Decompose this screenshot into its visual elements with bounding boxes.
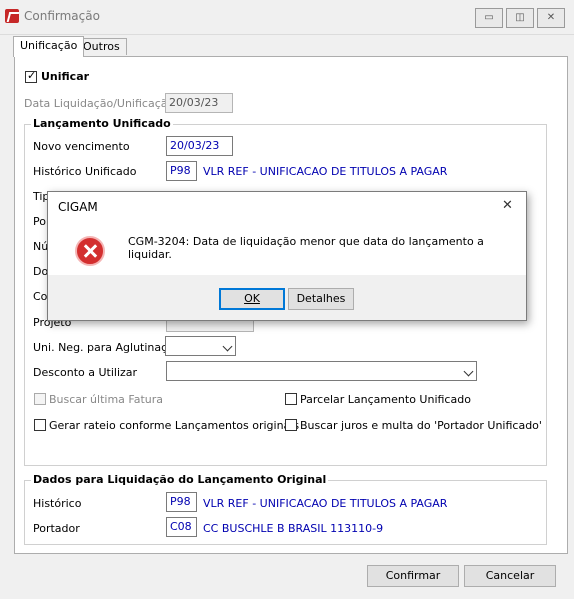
uni-neg-select[interactable] [165, 336, 236, 356]
dialog-message: CGM-3204: Data de liquidação menor que d… [128, 235, 484, 261]
desconto-label: Desconto a Utilizar [33, 366, 138, 379]
historico-unificado-desc: VLR REF - UNIFICACAO DE TITULOS A PAGAR [203, 165, 448, 178]
chevron-down-icon [222, 341, 233, 352]
desconto-select[interactable] [166, 361, 477, 381]
novo-vencimento-field[interactable]: 20/03/23 [166, 136, 233, 156]
data-liquidacao-field: 20/03/23 [165, 93, 233, 113]
buscar-juros-label: Buscar juros e multa do 'Portador Unific… [300, 419, 542, 432]
buscar-juros-checkbox[interactable] [285, 419, 297, 431]
portador-label: Por [33, 215, 47, 228]
historico-unificado-label: Histórico Unificado [33, 165, 137, 178]
tab-unificacao[interactable]: Unificação [13, 36, 85, 57]
tipo-documento-label: Tipo de Documento [33, 190, 47, 203]
check-mark-icon: ✓ [27, 69, 37, 82]
portador-desc: CC BUSCHLE B BRASIL 113110-9 [203, 522, 384, 535]
minimize-button[interactable]: ▭ [475, 8, 503, 28]
dados-liquidacao-title: Dados para Liquidação do Lançamento Orig… [31, 473, 329, 486]
error-icon [75, 236, 105, 266]
buscar-fatura-checkbox[interactable] [34, 393, 46, 405]
portador-label-orig: Portador [33, 522, 80, 535]
unificar-checkbox[interactable]: ✓ [25, 69, 37, 83]
parcelar-checkbox[interactable] [285, 393, 297, 405]
historico-unificado-code[interactable]: P98 [166, 161, 197, 181]
historico-desc: VLR REF - UNIFICACAO DE TITULOS A PAGAR [203, 497, 448, 510]
parcelar-label: Parcelar Lançamento Unificado [300, 393, 471, 406]
ok-button[interactable]: OK [219, 288, 285, 310]
confirmar-button[interactable]: Confirmar [367, 565, 459, 587]
unificar-label: Unificar [41, 70, 90, 83]
window-title: Confirmação [24, 9, 100, 23]
documento-label: Doc [33, 265, 47, 278]
app-logo-icon [5, 9, 19, 23]
portador-code[interactable]: C08 [166, 517, 197, 537]
detalhes-button-label: Detalhes [296, 292, 346, 305]
uni-neg-label: Uni. Neg. para Aglutinação [33, 341, 181, 354]
dados-liquidacao-group [24, 480, 547, 545]
gerar-rateio-label: Gerar rateio conforme Lançamentos origin… [49, 419, 300, 432]
error-dialog: CIGAM ✕ CGM-3204: Data de liquidação men… [47, 191, 527, 321]
numero-label: Núm [33, 240, 47, 253]
close-button[interactable]: ✕ [537, 8, 565, 28]
buscar-fatura-label: Buscar última Fatura [49, 393, 164, 406]
novo-vencimento-label: Novo vencimento [33, 140, 130, 153]
maximize-button[interactable]: ◫ [506, 8, 534, 28]
historico-code[interactable]: P98 [166, 492, 197, 512]
gerar-rateio-checkbox[interactable] [34, 419, 46, 431]
chevron-down-icon [463, 366, 474, 377]
dialog-title: CIGAM [58, 200, 98, 214]
data-liquidacao-label: Data Liquidação/Unificação [24, 97, 175, 110]
cancelar-button[interactable]: Cancelar [464, 565, 556, 587]
detalhes-button[interactable]: Detalhes [288, 288, 354, 310]
historico-label: Histórico [33, 497, 82, 510]
ok-button-label: OK [244, 292, 260, 305]
dialog-close-button[interactable]: ✕ [502, 198, 513, 213]
conta-label: Con [33, 290, 47, 303]
lancamento-unificado-title: Lançamento Unificado [31, 117, 173, 130]
dialog-footer [48, 275, 526, 320]
